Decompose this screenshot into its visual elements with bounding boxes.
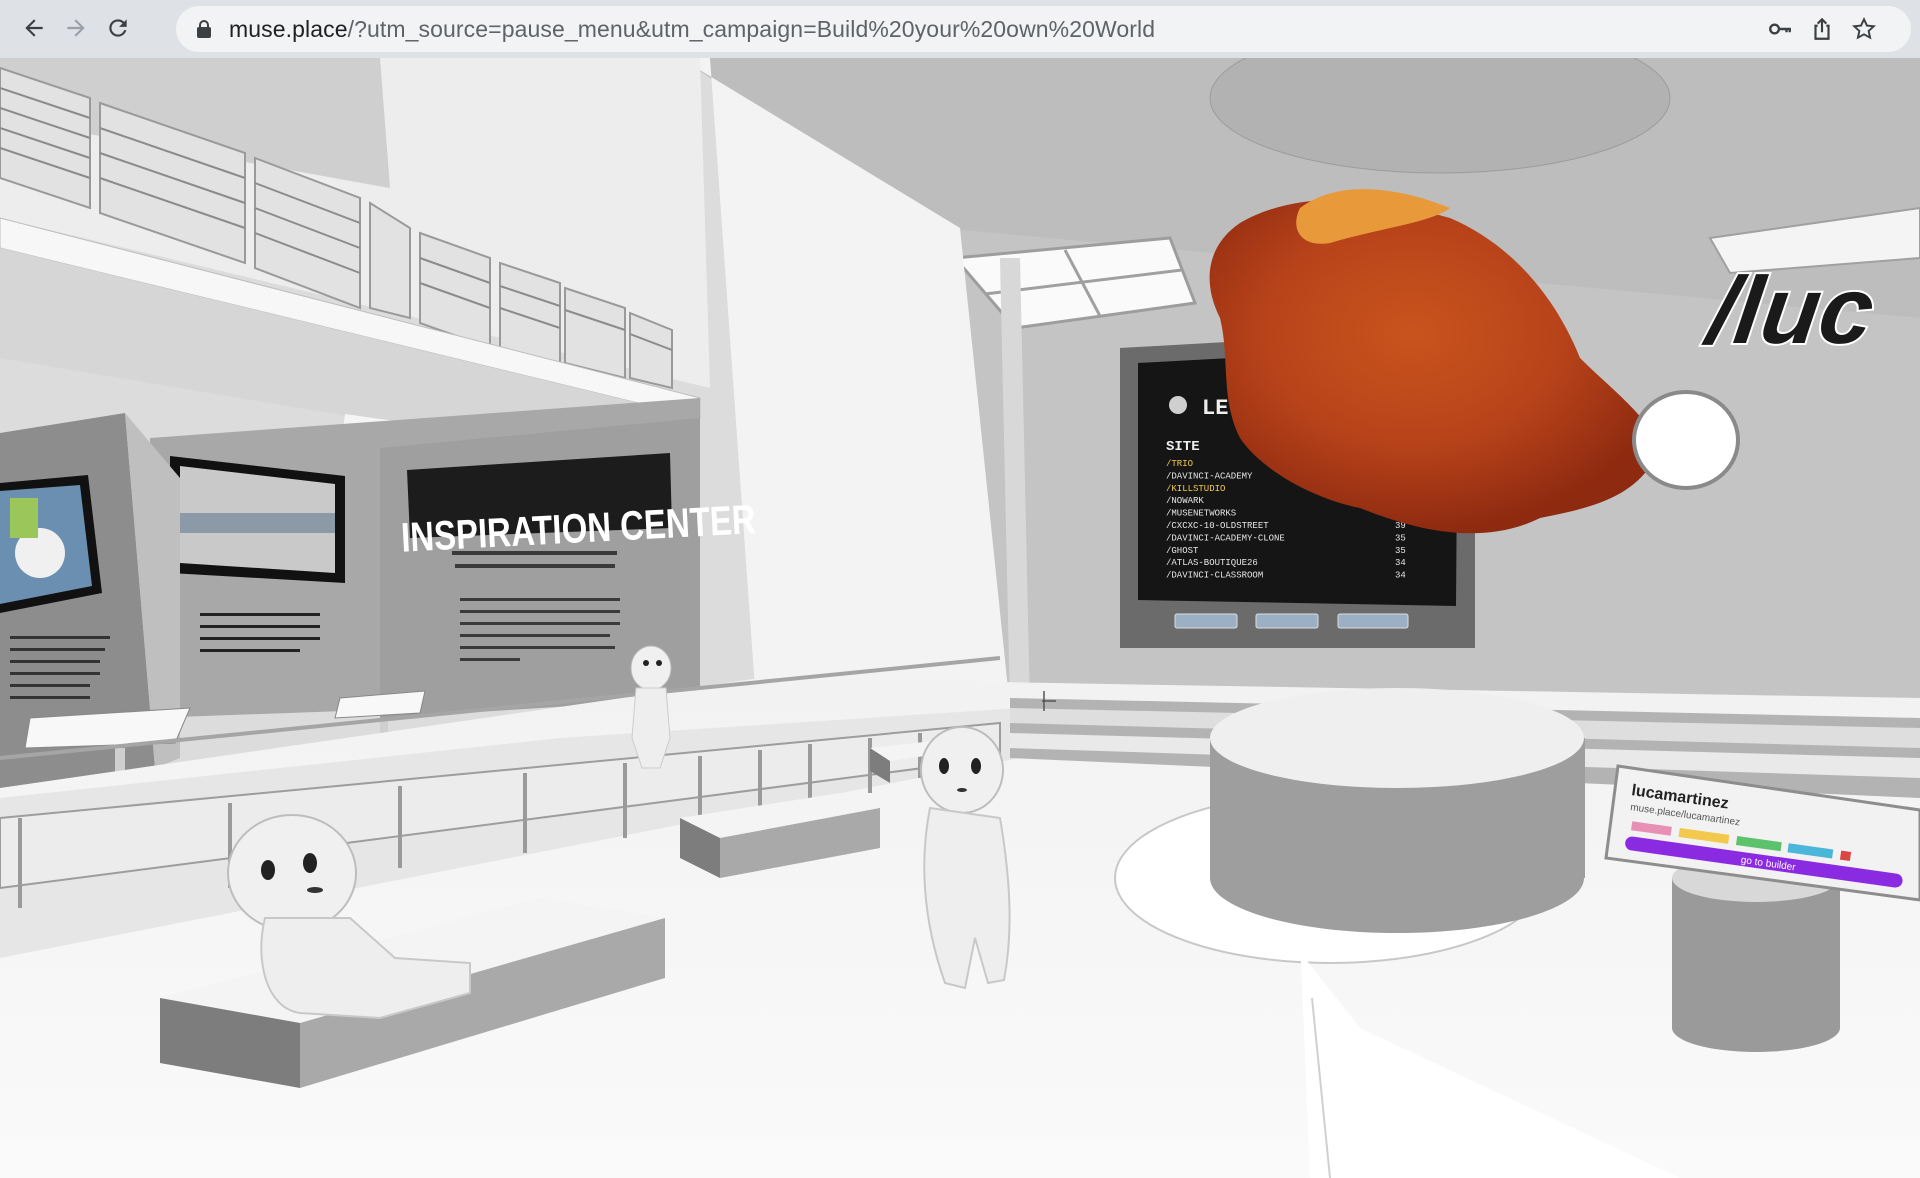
leaderboard-button-2[interactable] [1255, 613, 1319, 629]
back-button[interactable] [17, 11, 51, 45]
leaderboard-title: LE [1202, 396, 1228, 421]
leaderboard-row-site: /GHOST [1166, 546, 1199, 556]
leaderboard-row-site: /NOWARK [1166, 496, 1204, 506]
lock-icon [197, 20, 211, 38]
avatar-back[interactable] [630, 645, 672, 769]
share-icon[interactable] [1809, 16, 1835, 42]
leaderboard-row-score: 34 [1395, 571, 1406, 581]
address-bar[interactable]: muse.place/?utm_source=pause_menu&utm_ca… [176, 6, 1911, 52]
arrow-left-icon [25, 19, 43, 37]
leaderboard-row-site: /ATLAS-BOUTIQUE26 [1166, 558, 1258, 568]
3d-scene: INSPIRATION CENTER LE SITE /TRIO/DAVINCI… [0, 58, 1920, 1178]
leaderboard-row-site: /KILLSTUDIO [1166, 484, 1225, 494]
leaderboard-row-site: /DAVINCI-CLASSROOM [1166, 571, 1263, 581]
leaderboard-row-site: /DAVINCI-ACADEMY-CLONE [1166, 533, 1285, 543]
3d-world-viewport[interactable]: INSPIRATION CENTER LE SITE /TRIO /DAVINC… [0, 58, 1920, 1178]
reload-icon [109, 19, 127, 37]
reload-button[interactable] [101, 11, 135, 45]
leaderboard-row-score: 35 [1395, 533, 1406, 543]
avatar-standing[interactable] [920, 726, 1011, 990]
leaderboard-button-3[interactable] [1337, 613, 1409, 629]
leaderboard-row-site: /DAVINCI-ACADEMY [1166, 471, 1253, 481]
bookmark-star-icon[interactable] [1851, 16, 1877, 42]
leaderboard-row-score: 34 [1395, 558, 1406, 568]
arrow-right-icon [67, 19, 85, 37]
leaderboard-button-1[interactable] [1174, 613, 1238, 629]
key-icon[interactable] [1767, 16, 1793, 42]
forward-button[interactable] [59, 11, 93, 45]
browser-toolbar: muse.place/?utm_source=pause_menu&utm_ca… [0, 0, 1920, 58]
world-name-label: /luc [1698, 258, 1880, 363]
leaderboard-row-site: /CXCXC-10-OLDSTREET [1166, 521, 1269, 531]
leaderboard-row-score: 35 [1395, 546, 1406, 556]
leaderboard-row-site: /MUSENETWORKS [1166, 509, 1236, 519]
leaderboard-row-site: /TRIO [1166, 459, 1193, 469]
leaderboard-column-site: SITE [1166, 439, 1200, 455]
url-text: muse.place/?utm_source=pause_menu&utm_ca… [229, 16, 1156, 42]
